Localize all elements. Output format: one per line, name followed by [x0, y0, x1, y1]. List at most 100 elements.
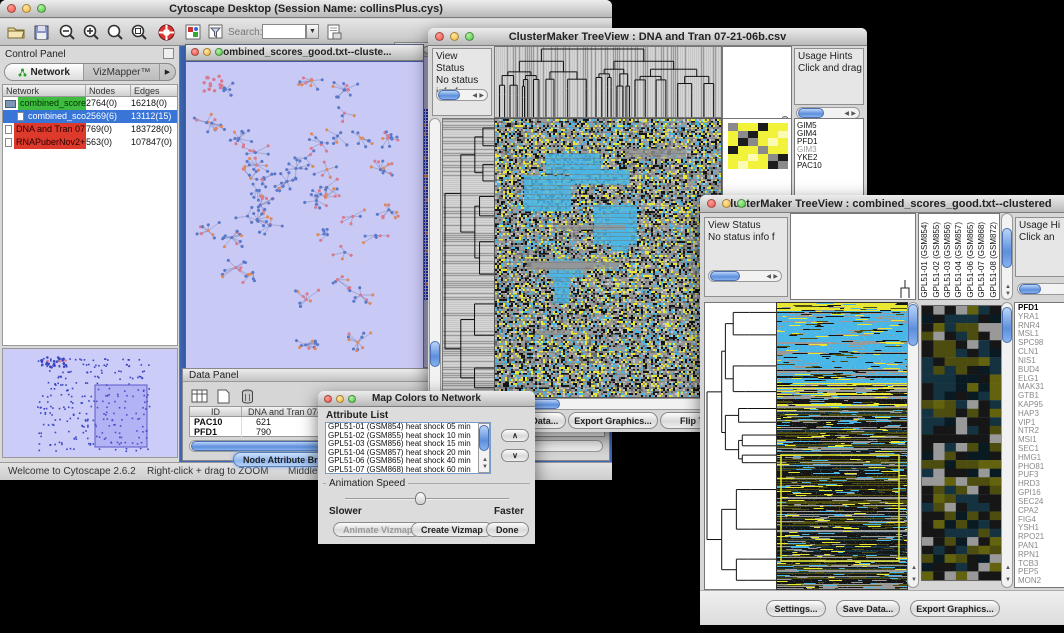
close-icon[interactable]: [435, 32, 444, 41]
tv2-gene-label[interactable]: RPO21: [1018, 533, 1064, 542]
tv1-column-dendrogram[interactable]: [494, 46, 722, 118]
vizmapper-icon[interactable]: [183, 22, 203, 42]
treeview2-titlebar[interactable]: ClusterMaker TreeView : combined_scores_…: [700, 195, 1064, 213]
tab-overflow-arrow[interactable]: ▶: [159, 64, 175, 80]
tv2-gene-label[interactable]: MSL1: [1018, 330, 1064, 339]
tv2-gene-label[interactable]: BUD4: [1018, 366, 1064, 375]
tv2-gene-label[interactable]: RNR4: [1018, 322, 1064, 331]
tv1-heatmap-canvas[interactable]: [494, 118, 722, 398]
tv2-heatmap-canvas[interactable]: [776, 302, 908, 590]
tv2-gene-label[interactable]: NIS1: [1018, 357, 1064, 366]
tv2-gene-label[interactable]: PHO81: [1018, 463, 1064, 472]
tv2-column-label[interactable]: GPL51-01 (GSM854): [919, 222, 930, 298]
tv2-gene-label[interactable]: SPC98: [1018, 339, 1064, 348]
tv1-left-scrollbar[interactable]: [429, 118, 441, 396]
window-controls[interactable]: [7, 4, 46, 13]
tv2-button-settings[interactable]: Settings...: [766, 600, 826, 617]
tv2-gene-label[interactable]: FIG4: [1018, 516, 1064, 525]
tv2-hints-scrollbar[interactable]: [1017, 283, 1064, 295]
tv2-column-label[interactable]: GPL51-04 (GSM857): [953, 222, 964, 298]
minimize-icon[interactable]: [22, 4, 31, 13]
zoom-window-icon[interactable]: [37, 4, 46, 13]
minimize-icon[interactable]: [203, 48, 211, 56]
birdseye-panel[interactable]: [2, 348, 178, 458]
tv2-column-label[interactable]: GPL51-08 (GSM872): [988, 222, 999, 298]
tv2-column-label[interactable]: GPL51-06 (GSM865): [965, 222, 976, 298]
save-icon[interactable]: [31, 22, 51, 42]
tv2-gene-label[interactable]: PAN1: [1018, 542, 1064, 551]
tv1-button-export-graphics[interactable]: Export Graphics...: [568, 412, 658, 429]
main-titlebar[interactable]: Cytoscape Desktop (Session Name: collins…: [0, 0, 612, 18]
open-file-icon[interactable]: [6, 22, 26, 42]
zoom-window-icon[interactable]: [737, 199, 746, 208]
tv2-gene-label[interactable]: KAP95: [1018, 401, 1064, 410]
tv2-column-label[interactable]: GPL51-02 (GSM855): [931, 222, 942, 298]
network-table-header[interactable]: Network Nodes Edges: [3, 85, 177, 97]
tv1-row-label[interactable]: PAC10: [797, 162, 863, 170]
filter-icon[interactable]: [206, 22, 226, 42]
tv2-genes-scrollbar[interactable]: ▲▼: [1001, 302, 1013, 588]
zoom-in-icon[interactable]: [81, 22, 101, 42]
attribute-list[interactable]: GPL51-01 (GSM854) heat shock 05 minGPL51…: [325, 422, 491, 474]
tv2-gene-label[interactable]: HRD3: [1018, 480, 1064, 489]
tv2-gene-label[interactable]: PUF3: [1018, 471, 1064, 480]
search-input[interactable]: [262, 24, 306, 39]
tv2-gene-label[interactable]: PFD1: [1018, 304, 1064, 313]
done-button[interactable]: Done: [486, 522, 529, 537]
network-table-row[interactable]: combined_sco2569(6)13112(15): [3, 110, 177, 123]
zoom-window-icon[interactable]: [348, 395, 356, 403]
delete-attribute-icon[interactable]: [237, 386, 257, 406]
network-table-row[interactable]: combined_scores2764(0)16218(0): [3, 97, 177, 110]
tv2-gene-label[interactable]: RPN1: [1018, 551, 1064, 560]
tv2-gene-label[interactable]: NTR2: [1018, 427, 1064, 436]
tv2-heatmap-vscrollbar[interactable]: ▲▼: [907, 302, 919, 588]
tv2-gene-label[interactable]: CLN1: [1018, 348, 1064, 357]
tv2-gene-label[interactable]: GPI16: [1018, 489, 1064, 498]
network-table-row[interactable]: RNAPuberNov2+563(0)107847(0): [3, 136, 177, 149]
animate-vizmap-button[interactable]: Animate Vizmap: [333, 522, 422, 537]
close-icon[interactable]: [324, 395, 332, 403]
speed-slider-thumb[interactable]: [415, 492, 426, 505]
tv2-gene-label[interactable]: TCB3: [1018, 560, 1064, 569]
new-attribute-icon[interactable]: [213, 386, 233, 406]
birdseye-canvas[interactable]: [3, 349, 177, 457]
tv2-column-label[interactable]: GPL51-07 (GSM868): [976, 222, 987, 298]
network-view-canvas[interactable]: [186, 61, 423, 368]
map-dialog-titlebar[interactable]: Map Colors to Network: [318, 391, 535, 407]
tv2-zoom-heatmap-canvas[interactable]: [921, 305, 1002, 581]
tv2-gene-label[interactable]: MAK31: [1018, 383, 1064, 392]
tv1-status-scrollbar[interactable]: ◀▶: [436, 89, 488, 101]
zoom-selected-icon[interactable]: [105, 22, 125, 42]
close-icon[interactable]: [7, 4, 16, 13]
tv2-button-save-data[interactable]: Save Data...: [836, 600, 900, 617]
move-up-button[interactable]: ∧: [501, 429, 529, 442]
attribute-list-item[interactable]: GPL51-07 (GSM868) heat shock 60 min: [328, 466, 490, 474]
tv2-column-label[interactable]: GPL51-03 (GSM856): [942, 222, 953, 298]
attribute-table-icon[interactable]: [189, 386, 209, 406]
tv2-status-scrollbar[interactable]: ◀▶: [708, 270, 782, 282]
tv2-gene-label[interactable]: MSI1: [1018, 436, 1064, 445]
tv2-gene-label[interactable]: HAP3: [1018, 410, 1064, 419]
tab-vizmapper[interactable]: VizMapper™: [84, 64, 159, 80]
help-lifering-icon[interactable]: [156, 22, 176, 42]
tv2-collabel-scrollbar[interactable]: ▲▼: [1001, 213, 1013, 300]
zoom-window-icon[interactable]: [215, 48, 223, 56]
tv1-row-dendrogram[interactable]: [442, 118, 496, 398]
zoom-window-icon[interactable]: [465, 32, 474, 41]
tv2-gene-label[interactable]: CPA2: [1018, 507, 1064, 516]
tv2-gene-label[interactable]: HMG1: [1018, 454, 1064, 463]
tv2-gene-label[interactable]: VIP1: [1018, 419, 1064, 428]
tv2-column-dendrogram[interactable]: [790, 213, 916, 300]
treeview1-titlebar[interactable]: ClusterMaker TreeView : DNA and Tran 07-…: [428, 28, 867, 46]
annotation-icon[interactable]: [324, 22, 344, 42]
create-vizmap-button[interactable]: Create Vizmap: [411, 522, 493, 537]
network-table-row[interactable]: DNA and Tran 07769(0)183728(0): [3, 123, 177, 136]
tab-network[interactable]: Network: [5, 64, 84, 80]
tv2-gene-label[interactable]: YRA1: [1018, 313, 1064, 322]
move-down-button[interactable]: ∨: [501, 449, 529, 462]
zoom-out-icon[interactable]: [57, 22, 77, 42]
tv2-gene-label[interactable]: MON2: [1018, 577, 1064, 586]
minimize-icon[interactable]: [336, 395, 344, 403]
float-panel-icon[interactable]: [163, 48, 174, 59]
minimize-icon[interactable]: [450, 32, 459, 41]
